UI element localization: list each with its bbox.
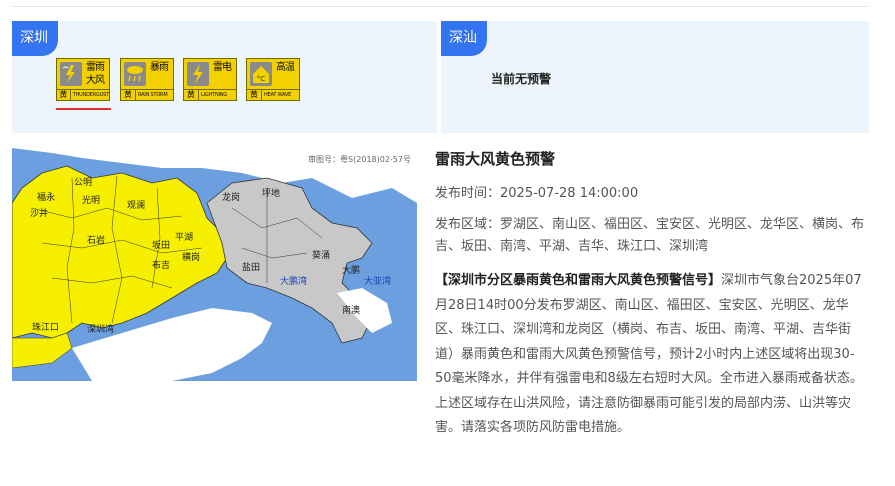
shenzhen-panel: 深圳 雷雨大风 黄 THUNDERGUST 暴雨 黄 RAIN STORM 雷电… (12, 21, 437, 133)
no-alert-text: 当前无预警 (491, 72, 552, 86)
map-label: 布吉 (152, 259, 170, 271)
publish-area: 发布区域：罗湖区、南山区、福田区、宝安区、光明区、龙华区、横岗、布吉、坂田、南湾… (435, 214, 867, 258)
map-label: 坂田 (152, 240, 170, 251)
map-label: 平湖 (175, 232, 193, 243)
publish-time-label: 发布时间： (435, 186, 501, 201)
publish-area-label: 发布区域： (435, 217, 501, 232)
map-label: 坪地 (262, 187, 280, 199)
signal-heat-wave[interactable]: °C 高温 黄 HEAT WAVE (246, 58, 300, 101)
map-label: 大鹏湾 (280, 275, 307, 287)
rainstorm-icon (124, 62, 146, 86)
thunder-gust-icon (60, 62, 82, 86)
alert-detail: 雷雨大风黄色预警 发布时间：2025-07-28 14:00:00 发布区域：罗… (435, 148, 867, 435)
map-label: 珠江口 (32, 321, 59, 333)
map-approval-number: 审图号：粤S(2018)02-57号 (308, 155, 411, 164)
map-label: 盐田 (242, 261, 260, 273)
map-label: 大亚湾 (364, 275, 391, 287)
alert-body: 【深圳市分区暴雨黄色和雷雨大风黄色预警信号】深圳市气象台2025年07月28日1… (435, 269, 867, 441)
svg-text:°C: °C (257, 75, 266, 83)
map-label: 大鹏 (342, 264, 360, 276)
map-label: 深圳湾 (87, 323, 114, 335)
alert-body-title: 【深圳市分区暴雨黄色和雷雨大风黄色预警信号】 (435, 273, 722, 288)
publish-area-value: 罗湖区、南山区、福田区、宝安区、光明区、龙华区、横岗、布吉、坂田、南湾、平湖、吉… (435, 217, 865, 254)
map-label: 公明 (74, 177, 92, 188)
top-divider (12, 6, 869, 7)
signal-rainstorm[interactable]: 暴雨 黄 RAIN STORM (120, 58, 174, 101)
map-label: 观澜 (127, 200, 145, 211)
map-label: 横岗 (182, 251, 200, 263)
map-label: 石岩 (87, 234, 105, 246)
signal-name: 高温 (276, 62, 295, 73)
city-tag-shenzhen[interactable]: 深圳 (12, 21, 58, 56)
selected-signal-underline (56, 108, 111, 110)
signal-level: 黄 (184, 90, 199, 100)
signal-en: HEAT WAVE (264, 92, 292, 98)
map-label: 光明 (82, 194, 100, 206)
signal-en: LIGHTNING (201, 92, 227, 98)
map-label: 龙岗 (222, 191, 240, 203)
publish-time: 发布时间：2025-07-28 14:00:00 (435, 183, 638, 205)
lightning-icon (187, 62, 209, 86)
alert-body-text: 深圳市气象台2025年07月28日14时00分发布罗湖区、南山区、福田区、宝安区… (435, 273, 863, 435)
signal-level: 黄 (247, 90, 262, 100)
map-label: 南澳 (342, 304, 360, 316)
signal-thunder-gust[interactable]: 雷雨大风 黄 THUNDERGUST (56, 58, 110, 101)
signal-name: 暴雨 (150, 62, 169, 73)
map-label: 葵涌 (312, 249, 330, 261)
publish-time-value: 2025-07-28 14:00:00 (500, 186, 639, 201)
signal-name: 雷雨大风 (86, 62, 105, 86)
signal-en: RAIN STORM (138, 92, 168, 98)
heat-wave-icon: °C (250, 62, 272, 86)
map-label: 沙井 (30, 207, 48, 219)
signal-lightning[interactable]: 雷电 黄 LIGHTNING (183, 58, 237, 101)
map-label: 福永 (37, 191, 55, 203)
signal-name: 雷电 (213, 62, 232, 73)
warned-region (12, 165, 228, 339)
city-tag-shenshan[interactable]: 深汕 (441, 21, 487, 56)
shenshan-panel: 深汕 当前无预警 (441, 21, 869, 133)
signal-level: 黄 (121, 90, 136, 100)
signal-level: 黄 (57, 90, 71, 100)
signal-en: THUNDERGUST (72, 92, 109, 98)
warning-area-map: 坪地 龙岗 大鹏湾 大亚湾 南澳 葵涌 大鹏 盐田 沙井 福永 珠江口 深圳湾 … (12, 148, 417, 381)
alert-title: 雷雨大风黄色预警 (435, 150, 556, 168)
